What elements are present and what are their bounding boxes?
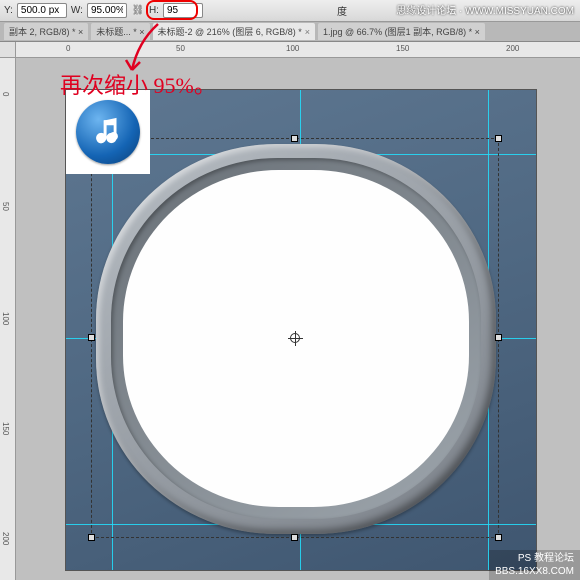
tab-label: 未标题-2 @ 216% (图层 6, RGB/8) * xyxy=(158,25,302,38)
watermark-top: 思缘设计论坛 · WWW.MISSYUAN.COM xyxy=(396,2,574,17)
annotation-text: 再次缩小 95%。 xyxy=(60,68,216,100)
itunes-icon xyxy=(76,100,140,164)
close-icon[interactable]: × xyxy=(305,27,310,37)
ruler-tick: 50 xyxy=(1,202,10,211)
tab-label: 1.jpg @ 66.7% (图层1 副本, RGB/8) * × xyxy=(323,25,480,38)
watermark-line: BBS.16XX8.COM xyxy=(495,565,574,578)
y-label: Y: xyxy=(4,5,13,16)
ruler-tick: 0 xyxy=(66,44,70,53)
deg-label: 度 xyxy=(337,3,347,18)
tab-doc-2[interactable]: 未标题... * × xyxy=(91,23,149,40)
transform-handle[interactable] xyxy=(291,135,298,142)
transform-handle[interactable] xyxy=(495,334,502,341)
document-tabs: 副本 2, RGB/8) * × 未标题... * × 未标题-2 @ 216%… xyxy=(0,22,580,42)
ruler-tick: 150 xyxy=(396,44,409,53)
tab-doc-3[interactable]: 1.jpg @ 66.7% (图层1 副本, RGB/8) * × xyxy=(318,23,485,40)
transform-handle[interactable] xyxy=(88,534,95,541)
w-label: W: xyxy=(71,5,83,16)
link-wh-icon[interactable]: ⛓ xyxy=(131,4,145,18)
reference-image-itunes[interactable] xyxy=(66,90,150,174)
tab-doc-1[interactable]: 副本 2, RGB/8) * × xyxy=(4,23,88,40)
ruler-tick: 100 xyxy=(1,312,10,325)
ruler-tick: 150 xyxy=(1,422,10,435)
h-label: H: xyxy=(149,5,159,16)
watermark-bottom: PS 教程论坛 BBS.16XX8.COM xyxy=(489,550,580,580)
transform-handle[interactable] xyxy=(291,534,298,541)
transform-handle[interactable] xyxy=(495,135,502,142)
ruler-origin[interactable] xyxy=(0,42,16,58)
ruler-tick: 100 xyxy=(286,44,299,53)
canvas-area[interactable] xyxy=(16,58,580,580)
music-note-icon xyxy=(91,115,125,149)
watermark-line: PS 教程论坛 xyxy=(495,552,574,565)
free-transform-bbox[interactable] xyxy=(91,138,499,538)
ruler-horizontal[interactable]: 0 50 100 150 200 xyxy=(16,42,580,58)
ruler-tick: 200 xyxy=(1,532,10,545)
ruler-vertical[interactable]: 0 50 100 150 200 xyxy=(0,42,16,580)
transform-handle[interactable] xyxy=(88,334,95,341)
ruler-tick: 200 xyxy=(506,44,519,53)
ruler-tick: 50 xyxy=(176,44,185,53)
transform-center-icon[interactable] xyxy=(290,333,300,343)
tab-label: 副本 2, RGB/8) * × xyxy=(9,25,83,38)
tab-label: 未标题... * × xyxy=(96,25,144,38)
tab-doc-active[interactable]: 未标题-2 @ 216% (图层 6, RGB/8) *× xyxy=(153,23,315,40)
ruler-tick: 0 xyxy=(1,92,10,96)
w-input[interactable] xyxy=(87,3,127,18)
y-input[interactable] xyxy=(17,3,67,18)
transform-handle[interactable] xyxy=(495,534,502,541)
h-input[interactable] xyxy=(163,3,203,18)
